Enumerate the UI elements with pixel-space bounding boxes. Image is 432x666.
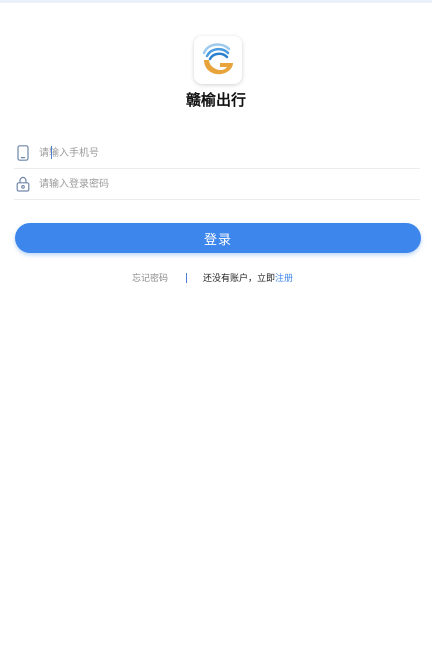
auth-links: 忘记密码 还没有账户，立即注册 bbox=[0, 271, 432, 287]
status-bar-strip bbox=[0, 0, 432, 3]
forgot-password-link[interactable]: 忘记密码 bbox=[132, 271, 168, 287]
password-field[interactable] bbox=[14, 169, 420, 200]
login-button[interactable]: 登录 bbox=[15, 223, 421, 253]
password-input[interactable] bbox=[39, 174, 399, 194]
mobile-phone-icon bbox=[15, 145, 31, 161]
lock-icon bbox=[15, 176, 31, 192]
app-logo-icon bbox=[202, 43, 233, 75]
phone-field[interactable] bbox=[14, 138, 420, 169]
no-account-text: 还没有账户，立即 bbox=[203, 274, 276, 284]
app-name: 赣榆出行 bbox=[185, 91, 246, 109]
register-link[interactable]: 注册 bbox=[275, 274, 293, 284]
link-divider bbox=[186, 273, 187, 283]
app-logo bbox=[194, 36, 242, 84]
phone-input[interactable] bbox=[39, 143, 399, 163]
register-prompt: 还没有账户，立即注册 bbox=[203, 271, 293, 287]
text-cursor bbox=[51, 146, 52, 159]
